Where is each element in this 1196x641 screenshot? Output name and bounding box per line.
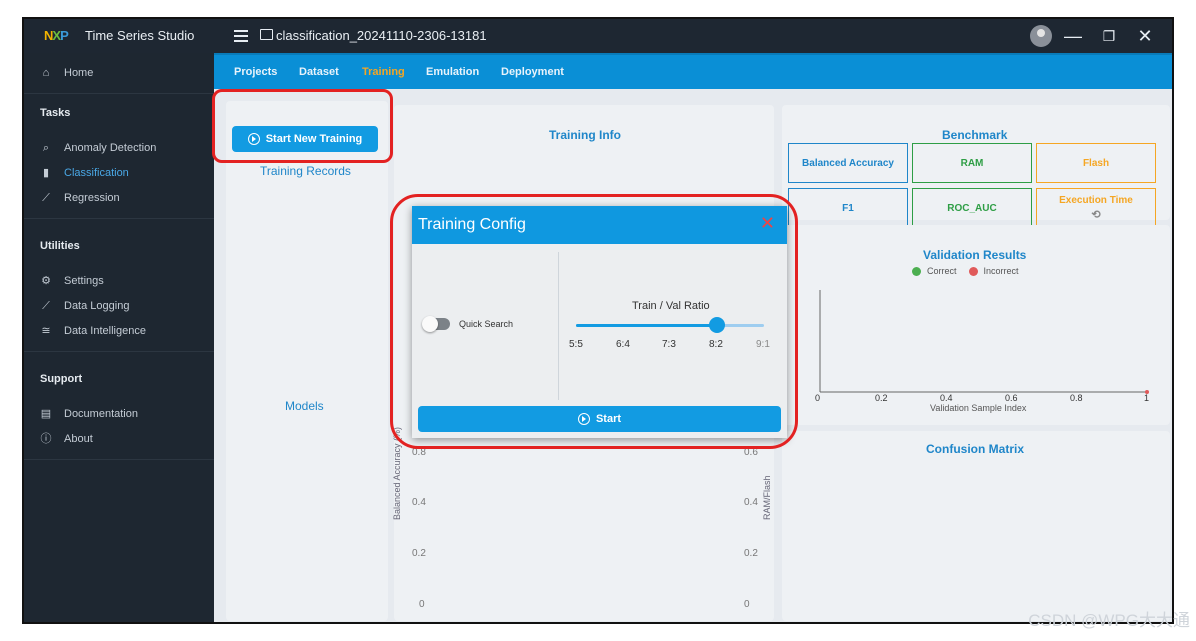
trend-icon: ⟋ — [42, 192, 50, 204]
avatar[interactable] — [1030, 25, 1052, 47]
top-nav: Projects Dataset Training Emulation Depl… — [214, 53, 1172, 89]
benchmark-roc-auc: ROC_AUC — [912, 188, 1032, 228]
benchmark-balanced-accuracy: Balanced Accuracy — [788, 143, 908, 183]
divider — [24, 93, 214, 94]
tick-label: 0.2 — [412, 548, 426, 559]
tick-label: 0 — [744, 599, 750, 610]
benchmark-flash: Flash — [1036, 143, 1156, 183]
y-axis-right-label: RAM/Flash — [762, 475, 772, 520]
benchmark-title: Benchmark — [942, 128, 1008, 142]
validation-title: Validation Results — [923, 248, 1027, 262]
tick-label: 0 — [419, 599, 425, 610]
support-title: Support — [40, 373, 83, 385]
tab-deployment[interactable]: Deployment — [501, 66, 564, 78]
folder-icon — [260, 29, 273, 40]
sidebar-item-documentation[interactable]: ▤ Documentation — [40, 408, 138, 420]
sidebar-item-about[interactable]: ⓘ About — [40, 433, 93, 445]
x-tick: 1 — [1144, 393, 1150, 403]
x-tick: 0.8 — [1070, 393, 1083, 403]
gear-icon: ⚙ — [41, 275, 51, 287]
training-info-title: Training Info — [549, 128, 621, 142]
line-icon: ⟋ — [42, 300, 50, 312]
benchmark-panel: Benchmark Balanced Accuracy RAM Flash F1… — [782, 105, 1170, 228]
training-records-title: Training Records — [260, 164, 351, 178]
nxp-logo: NXP — [44, 28, 69, 43]
x-axis-label: Validation Sample Index — [930, 403, 1027, 413]
title-bar: NXP Time Series Studio classification_20… — [24, 19, 1172, 53]
watermark: CSDN @WPG大大通 — [1028, 611, 1190, 630]
menu-icon[interactable] — [234, 28, 248, 42]
restore-icon[interactable]: ❐ — [1098, 25, 1120, 47]
divider — [24, 351, 214, 352]
divider — [24, 218, 214, 219]
x-tick: 0 — [815, 393, 821, 403]
tab-training[interactable]: Training — [362, 66, 405, 78]
tick-label: 0.4 — [744, 497, 758, 508]
validation-panel: Validation Results Correct Incorrect 0 0… — [782, 225, 1170, 425]
benchmark-execution-time: Execution Time ⟲ — [1036, 188, 1156, 228]
tab-projects[interactable]: Projects — [234, 66, 277, 78]
sidebar-item-regression[interactable]: ⟋ Regression — [40, 192, 120, 204]
highlight-box — [390, 194, 798, 449]
tasks-title: Tasks — [40, 107, 71, 119]
benchmark-ram: RAM — [912, 143, 1032, 183]
history-icon: ⟲ — [1091, 209, 1101, 221]
app-name: Time Series Studio — [85, 28, 195, 43]
home-icon: ⌂ — [42, 67, 50, 79]
sidebar-item-data-intelligence[interactable]: ≅ Data Intelligence — [40, 325, 146, 337]
x-tick: 0.6 — [1005, 393, 1018, 403]
sidebar-item-home[interactable]: ⌂ Home — [40, 67, 94, 79]
legend-marker-correct — [912, 266, 921, 276]
sidebar: ⌂ Home Tasks ⌕ Anomaly Detection ▮ Classifi… — [24, 53, 214, 622]
bar-chart-icon: ▮ — [42, 167, 50, 179]
highlight-box — [212, 89, 393, 163]
validation-legend: Correct Incorrect — [912, 266, 1019, 276]
x-tick: 0.4 — [940, 393, 953, 403]
confusion-panel: Confusion Matrix — [782, 431, 1170, 621]
confusion-title: Confusion Matrix — [926, 442, 1024, 456]
sidebar-item-settings[interactable]: ⚙ Settings — [40, 275, 104, 287]
search-icon: ⌕ — [42, 142, 50, 154]
tick-label: 0.2 — [744, 548, 758, 559]
benchmark-f1: F1 — [788, 188, 908, 228]
minimize-icon[interactable]: — — [1062, 25, 1084, 47]
wave-icon: ≅ — [41, 325, 51, 337]
tab-emulation[interactable]: Emulation — [426, 66, 479, 78]
records-panel: Start New Training Training Records Mode… — [226, 101, 388, 621]
doc-icon: ▤ — [40, 408, 52, 420]
project-name: classification_20241110-2306-13181 — [276, 28, 487, 43]
x-tick: 0.2 — [875, 393, 888, 403]
divider — [24, 459, 214, 460]
utilities-title: Utilities — [40, 240, 80, 252]
validation-chart — [819, 290, 1149, 394]
close-icon[interactable]: ✕ — [1134, 25, 1156, 47]
sidebar-item-anomaly[interactable]: ⌕ Anomaly Detection — [40, 142, 156, 154]
sidebar-item-classification[interactable]: ▮ Classification — [40, 167, 129, 179]
tab-dataset[interactable]: Dataset — [299, 66, 339, 78]
info-icon: ⓘ — [40, 433, 52, 445]
models-title: Models — [285, 399, 324, 413]
tick-label: 0.4 — [412, 497, 426, 508]
legend-marker-incorrect — [968, 266, 978, 276]
sidebar-item-data-logging[interactable]: ⟋ Data Logging — [40, 300, 129, 312]
